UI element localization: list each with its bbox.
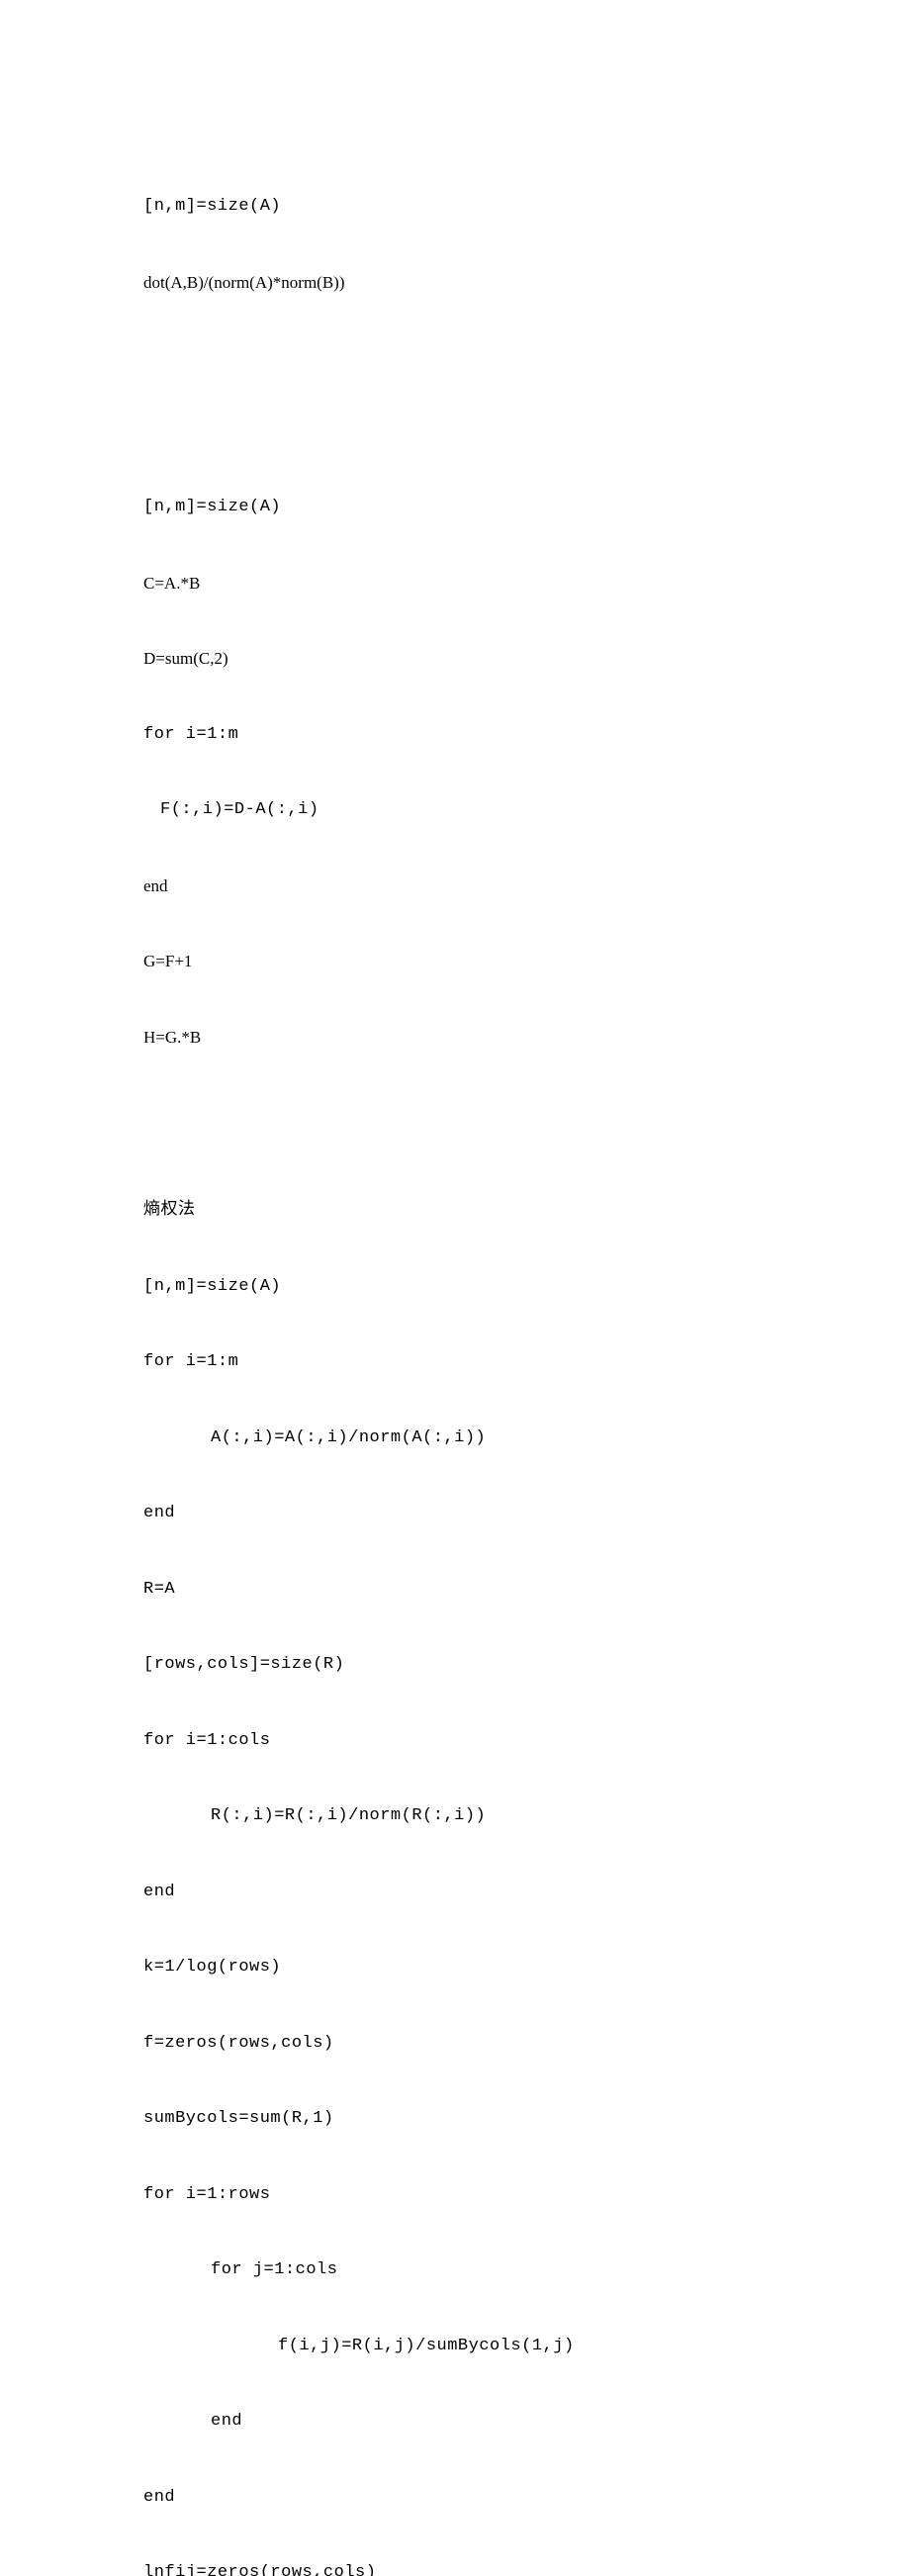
section-title: 熵权法 — [143, 1198, 776, 1224]
blank-gap — [143, 1100, 776, 1148]
blank-gap — [143, 345, 776, 444]
document-page: [n,m]=size(A) dot(A,B)/(norm(A)*norm(B))… — [0, 0, 776, 2576]
code-line: for i=1:m — [143, 722, 776, 748]
code-line: for i=1:rows — [143, 2182, 776, 2208]
code-line: [n,m]=size(A) — [143, 495, 776, 520]
code-line: dot(A,B)/(norm(A)*norm(B)) — [143, 270, 776, 296]
code-block-1: [n,m]=size(A) dot(A,B)/(norm(A)*norm(B)) — [143, 143, 776, 345]
code-line: end — [143, 1501, 776, 1526]
code-line: lnfij=zeros(rows,cols) — [143, 2560, 776, 2576]
code-line: H=G.*B — [143, 1025, 776, 1051]
code-line: end — [143, 2485, 776, 2511]
code-line: for j=1:cols — [143, 2257, 776, 2283]
code-line: C=A.*B — [143, 571, 776, 597]
code-block-2: [n,m]=size(A) C=A.*B D=sum(C,2) for i=1:… — [143, 444, 776, 1100]
code-block-3: 熵权法 [n,m]=size(A) for i=1:m A(:,i)=A(:,i… — [143, 1148, 776, 2576]
code-line: for i=1:cols — [143, 1728, 776, 1754]
code-line: f=zeros(rows,cols) — [143, 2031, 776, 2057]
code-line: G=F+1 — [143, 949, 776, 974]
code-line: end — [143, 874, 776, 899]
code-line: R(:,i)=R(:,i)/norm(R(:,i)) — [143, 1803, 776, 1829]
code-line: F(:,i)=D-A(:,i) — [143, 797, 776, 823]
code-line: [n,m]=size(A) — [143, 194, 776, 220]
code-line: for i=1:m — [143, 1349, 776, 1375]
code-line: sumBycols=sum(R,1) — [143, 2106, 776, 2132]
code-line: [n,m]=size(A) — [143, 1274, 776, 1300]
code-line: f(i,j)=R(i,j)/sumBycols(1,j) — [143, 2334, 776, 2359]
code-line: end — [143, 2409, 776, 2435]
code-line: R=A — [143, 1577, 776, 1603]
code-line: end — [143, 1880, 776, 1905]
code-line: k=1/log(rows) — [143, 1955, 776, 1980]
code-line: [rows,cols]=size(R) — [143, 1652, 776, 1678]
code-line: D=sum(C,2) — [143, 646, 776, 672]
code-line: A(:,i)=A(:,i)/norm(A(:,i)) — [143, 1426, 776, 1451]
